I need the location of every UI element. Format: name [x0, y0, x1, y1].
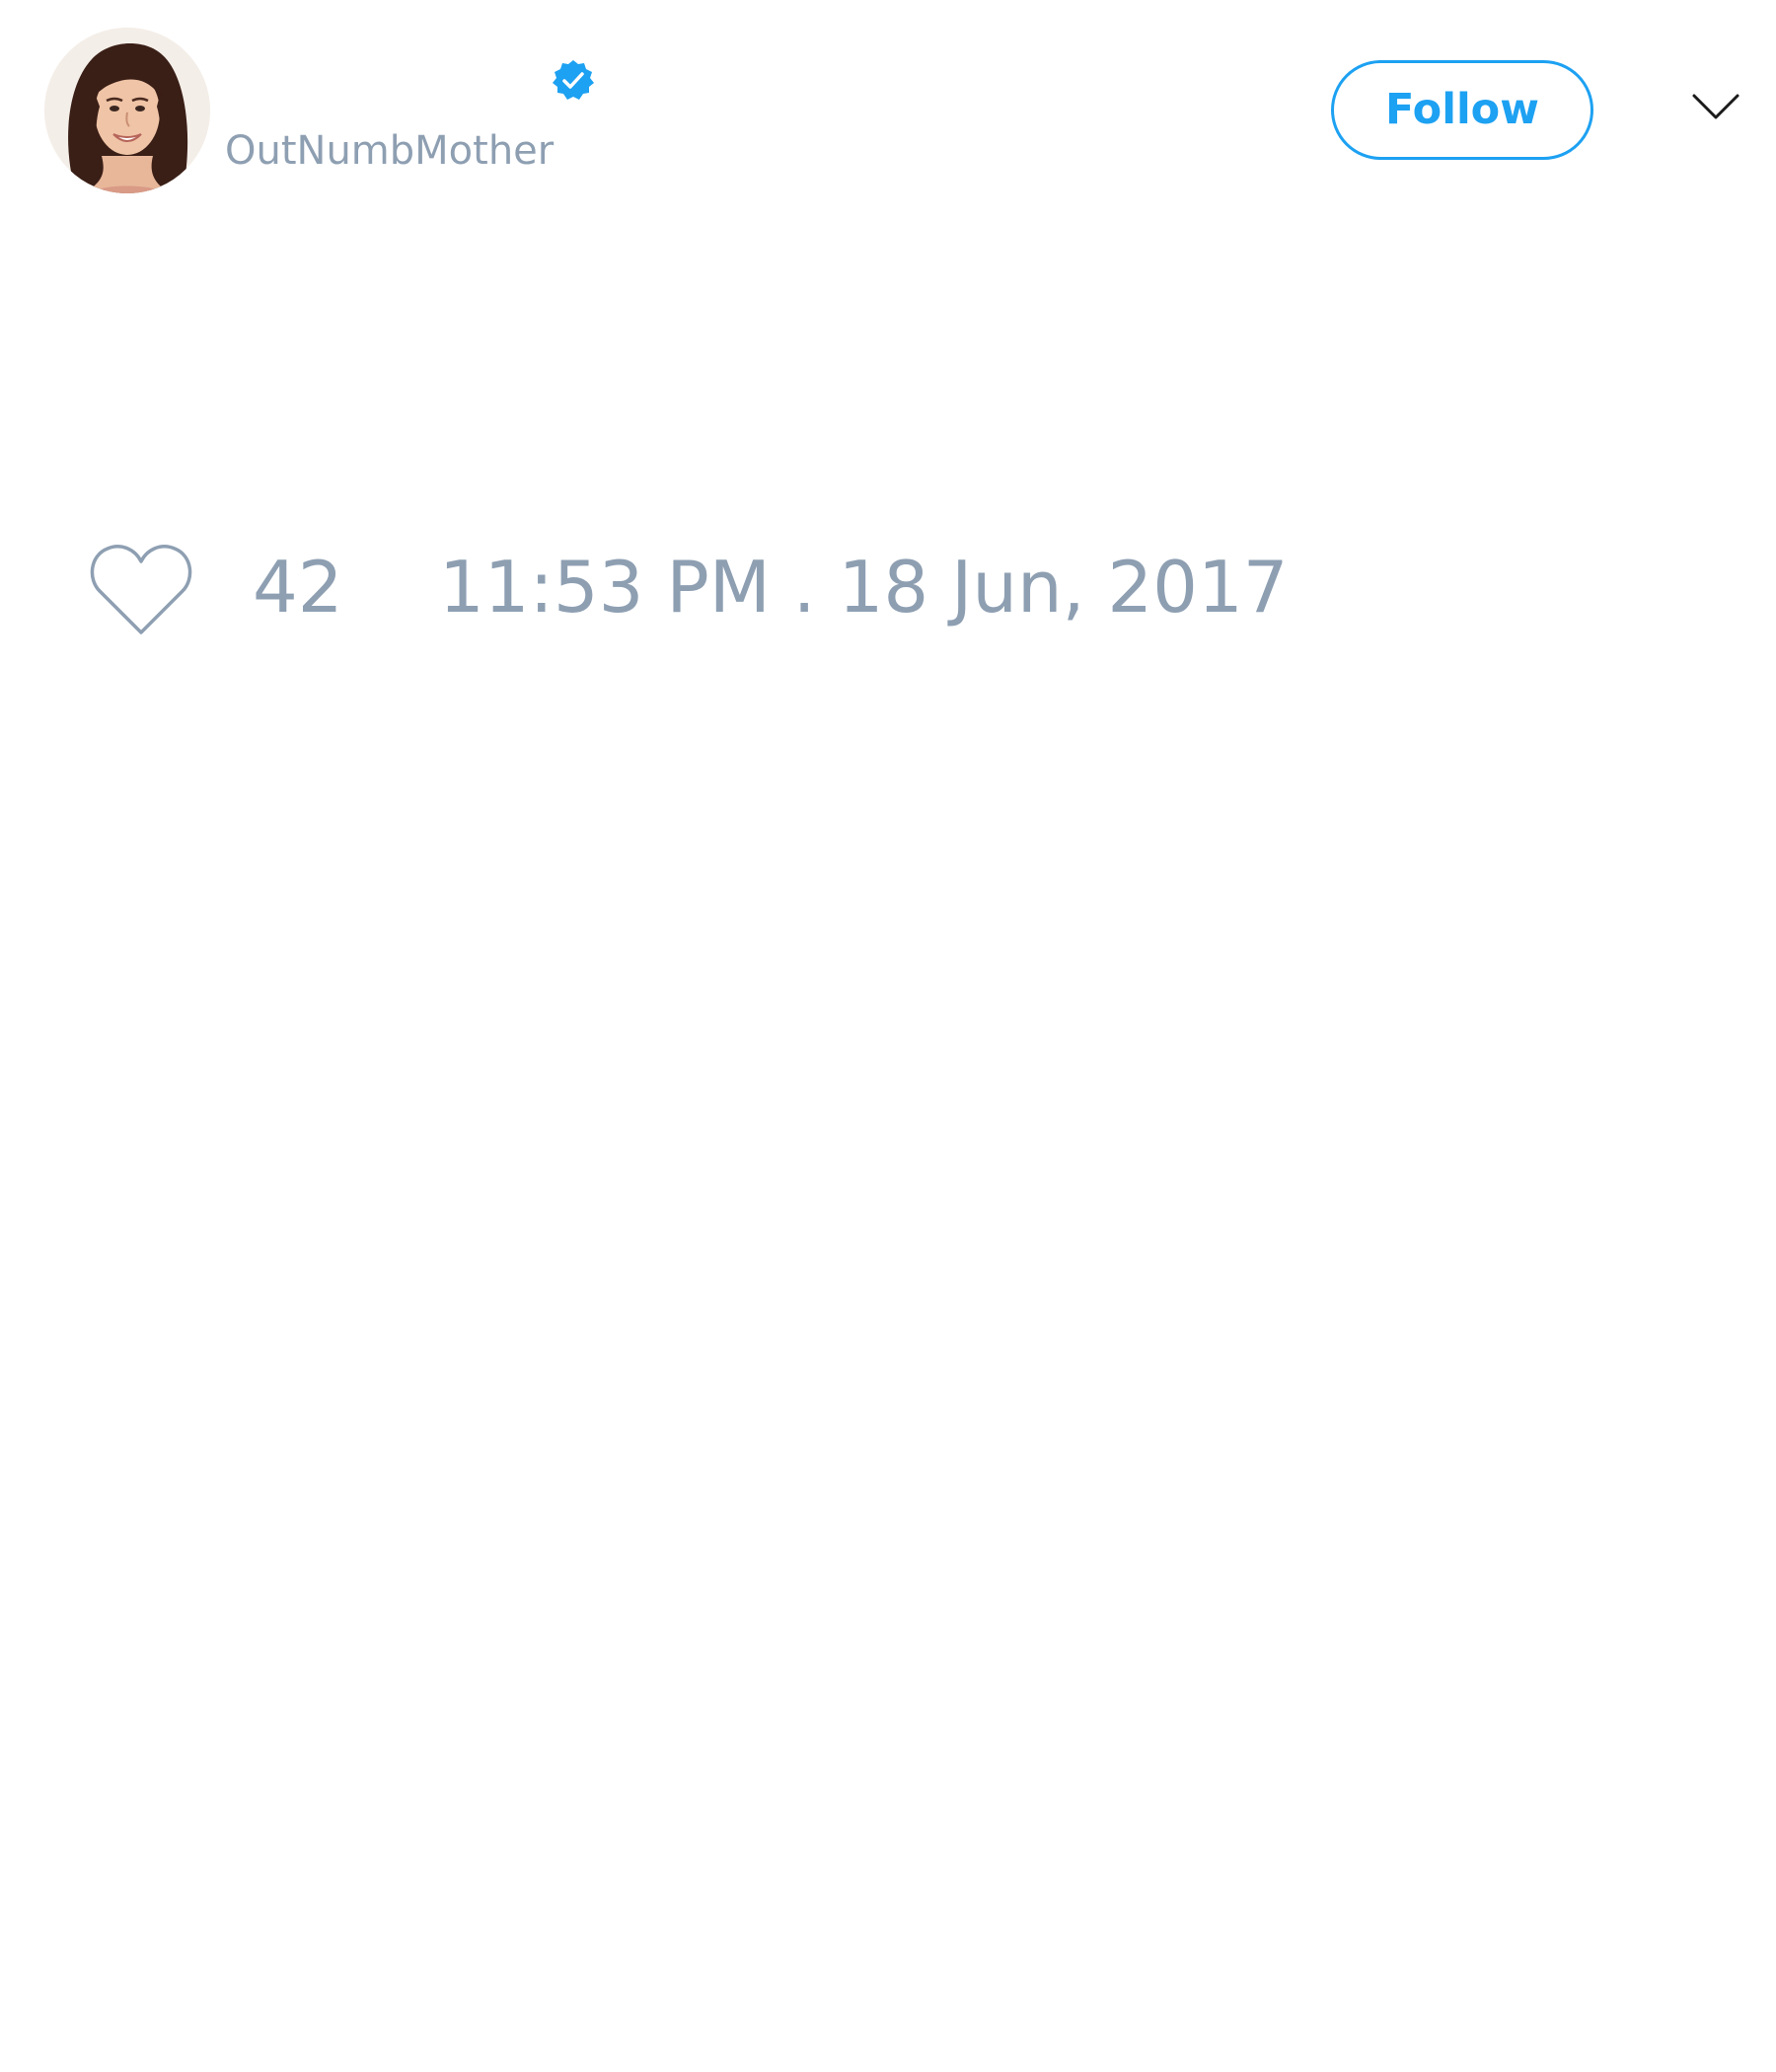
verified-badge-icon	[551, 58, 596, 104]
heart-icon[interactable]	[88, 542, 194, 637]
like-count: 42	[253, 546, 343, 629]
chevron-down-icon[interactable]	[1691, 91, 1740, 122]
avatar[interactable]	[44, 28, 210, 193]
profile-photo	[44, 28, 210, 193]
tweet-card: OutNumbMother Follow 42 11:53 PM . 18 Ju…	[0, 0, 1776, 2072]
tweet-timestamp[interactable]: 11:53 PM . 18 Jun, 2017	[439, 545, 1289, 629]
author-handle[interactable]: OutNumbMother	[225, 126, 554, 176]
follow-button[interactable]: Follow	[1331, 60, 1593, 160]
